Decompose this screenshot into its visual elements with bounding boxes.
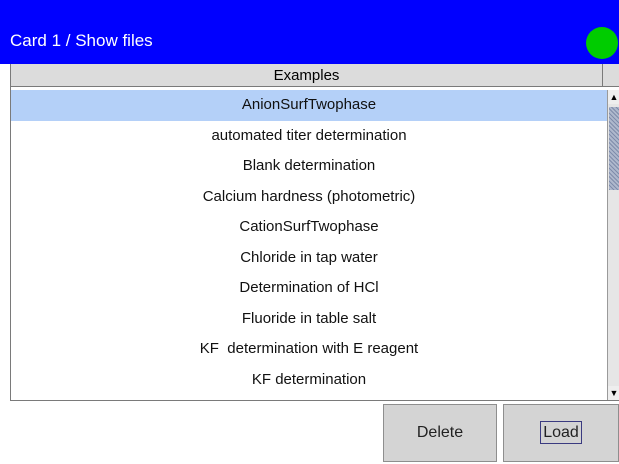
title-bar: Card 1 / Show files — [0, 0, 619, 64]
action-bar: Delete Load — [0, 401, 619, 464]
arrow-up-icon[interactable]: ▲ — [608, 90, 619, 104]
list-header-examples[interactable]: Examples — [11, 64, 603, 87]
load-button-label: Load — [540, 421, 582, 444]
delete-button-label: Delete — [416, 424, 464, 441]
list-item[interactable]: Determination of HCl — [11, 273, 607, 304]
delete-button[interactable]: Delete — [383, 404, 497, 462]
load-button[interactable]: Load — [503, 404, 619, 462]
file-list: Examples AnionSurfTwophase automated tit… — [10, 64, 619, 401]
file-list-rows: AnionSurfTwophase automated titer determ… — [11, 90, 607, 395]
list-item[interactable]: CationSurfTwophase — [11, 212, 607, 243]
list-item[interactable]: Chloride in tap water — [11, 243, 607, 274]
status-indicator-icon — [586, 27, 618, 59]
list-item[interactable]: KF determination with E reagent — [11, 334, 607, 365]
list-header-corner — [603, 64, 619, 87]
list-item[interactable]: AnionSurfTwophase — [11, 90, 607, 121]
list-item[interactable]: Fluoride in table salt — [11, 304, 607, 335]
list-item[interactable]: Calcium hardness (photometric) — [11, 182, 607, 213]
scrollbar-thumb[interactable] — [609, 107, 619, 190]
vertical-scrollbar[interactable]: ▲ ▼ — [607, 90, 619, 400]
window-title: Card 1 / Show files — [10, 31, 153, 50]
list-item[interactable]: KF determination — [11, 365, 607, 396]
list-item[interactable]: Blank determination — [11, 151, 607, 182]
list-item[interactable]: automated titer determination — [11, 121, 607, 152]
arrow-down-icon[interactable]: ▼ — [608, 386, 619, 400]
